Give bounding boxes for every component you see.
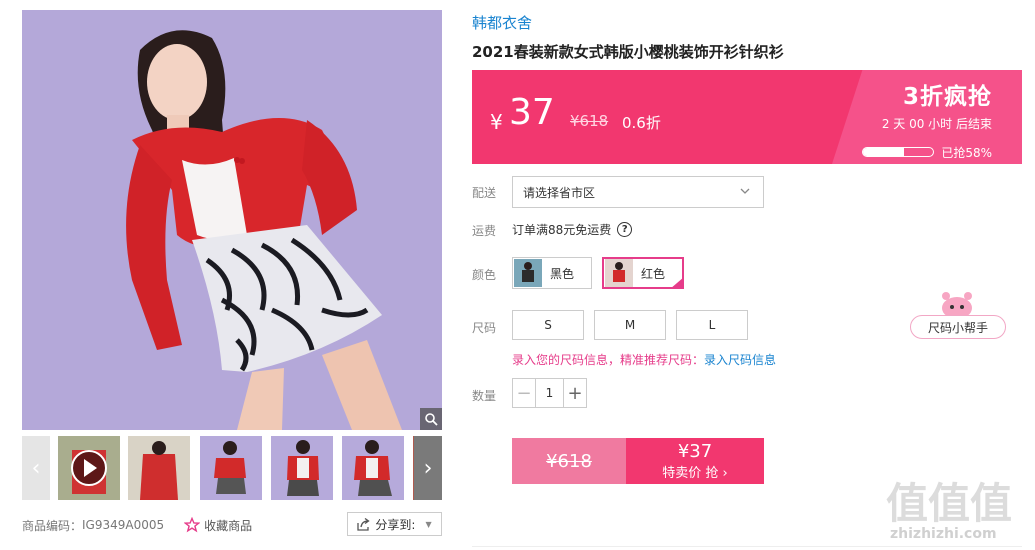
star-icon — [184, 517, 201, 533]
thumbnail-2[interactable] — [128, 436, 190, 500]
product-meta-row: 商品编码： IG9349A0005 收藏商品 分享到: ▼ — [22, 512, 442, 538]
quantity-decrement[interactable]: − — [513, 379, 535, 407]
share-icon — [357, 517, 371, 531]
question-circle-icon[interactable]: ? — [617, 222, 633, 237]
size-helper[interactable]: 尺码小帮手 — [910, 288, 1006, 340]
shipping-label: 运费 — [472, 224, 497, 238]
enter-size-link[interactable]: 录入尺码信息 — [704, 353, 776, 367]
thumbnail-5[interactable] — [342, 436, 404, 500]
quantity-input[interactable]: 1 — [535, 379, 564, 407]
color-option-label: 红色 — [641, 266, 666, 281]
quantity-label: 数量 — [472, 389, 497, 403]
thumb-image — [58, 436, 120, 500]
model-photo — [22, 10, 442, 430]
color-option-black[interactable]: 黑色 — [512, 257, 592, 289]
caret-down-icon: ▼ — [425, 519, 432, 529]
watermark-logo: 值值值 — [886, 479, 1013, 528]
favorite-label: 收藏商品 — [204, 518, 253, 533]
color-option-red[interactable]: 红色 — [602, 257, 684, 289]
currency-symbol: ¥ — [490, 110, 503, 134]
buy-label: 特卖价 抢 › — [662, 462, 727, 481]
product-title: 2021春装新款女式韩版小樱桃装饰开衫针织衫 — [472, 43, 784, 61]
sold-percentage: 已抢58% — [941, 146, 992, 160]
color-option-label: 黑色 — [550, 266, 575, 281]
sold-progress-fill — [863, 148, 904, 156]
thumb-image — [200, 436, 262, 500]
size-recommend-note: 录入您的尺码信息，精准推荐尺码：录入尺码信息 — [512, 351, 776, 368]
magnifier-icon — [425, 413, 438, 426]
thumbs-next-button[interactable]: › — [414, 436, 442, 500]
shipping-text: 订单满88元免运费 — [512, 223, 612, 237]
size-option-m[interactable]: M — [594, 310, 666, 340]
share-label: 分享到: — [375, 517, 416, 532]
selected-check-icon — [670, 277, 684, 289]
thumbnail-3[interactable] — [200, 436, 262, 500]
chevron-down-icon — [740, 188, 750, 194]
buy-now-button[interactable]: ¥37 特卖价 抢 › — [626, 438, 764, 484]
size-note-text: 录入您的尺码信息，精准推荐尺码： — [512, 353, 705, 367]
buy-label-text: 特卖价 抢 — [662, 465, 719, 481]
size-option-l[interactable]: L — [676, 310, 748, 340]
buy-price: ¥37 — [677, 440, 713, 462]
thumbnail-strip: ‹ › — [22, 436, 442, 500]
sku-value: IG9349A0005 — [82, 518, 165, 532]
countdown-timer: 2 天 00 小时 后结束 — [881, 117, 992, 131]
region-select[interactable]: 请选择省市区 — [512, 176, 764, 208]
shipping-info: 订单满88元免运费 ? — [512, 221, 633, 238]
color-label: 颜色 — [472, 268, 497, 282]
size-label: 尺码 — [472, 321, 497, 335]
share-button[interactable]: 分享到: ▼ — [347, 512, 442, 536]
site-watermark: 值值值 zhizhizhi.com — [882, 470, 1032, 550]
chevron-left-icon: ‹ — [31, 455, 41, 481]
current-price: 37 — [509, 92, 555, 133]
sku-label: 商品编码： — [22, 518, 83, 533]
quantity-stepper: − 1 + — [512, 378, 587, 408]
sold-progress-bar — [862, 147, 934, 157]
brand-link[interactable]: 韩都衣舍 — [472, 12, 532, 33]
flash-sale-price-bar: ¥ 37 ¥618 0.6折 3折疯抢 2 天 00 小时 后结束 已抢58% — [472, 70, 1022, 164]
thumb-image — [128, 436, 190, 500]
discount-rate: 0.6折 — [622, 114, 661, 132]
quantity-increment[interactable]: + — [564, 379, 586, 407]
delivery-label: 配送 — [472, 186, 497, 200]
chevron-right-icon: › — [722, 465, 728, 481]
thumbnail-4[interactable] — [271, 436, 333, 500]
thumb-image — [271, 436, 333, 500]
main-product-image[interactable] — [22, 10, 442, 430]
color-swatch-red — [605, 259, 633, 287]
color-swatch-black — [514, 259, 542, 287]
region-select-placeholder: 请选择省市区 — [523, 185, 596, 200]
original-price: ¥618 — [570, 112, 609, 130]
original-price-button: ¥618 — [512, 438, 626, 484]
thumbnail-video[interactable] — [58, 436, 120, 500]
thumbs-prev-button[interactable]: ‹ — [22, 436, 50, 500]
size-option-s[interactable]: S — [512, 310, 584, 340]
thumb-image — [342, 436, 404, 500]
size-helper-button[interactable]: 尺码小帮手 — [910, 315, 1006, 339]
promo-title: 3折疯抢 — [902, 84, 992, 110]
watermark-url: zhizhizhi.com — [890, 526, 997, 542]
zoom-button[interactable] — [420, 408, 442, 430]
favorite-button[interactable]: 收藏商品 — [184, 517, 252, 534]
chevron-right-icon: › — [423, 455, 433, 481]
